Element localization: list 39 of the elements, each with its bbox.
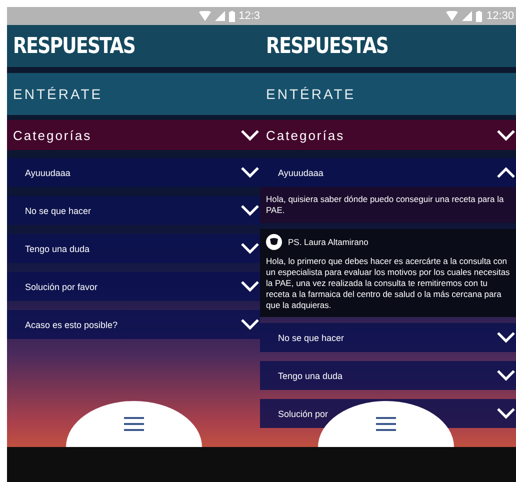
- question-text: Hola, quisiera saber dónde puedo conseguir una receta para la PAE.: [266, 194, 505, 216]
- status-time: 12:3: [238, 10, 260, 22]
- app-title: RESPUESTAS: [13, 34, 136, 58]
- accordion-item[interactable]: Tengo una duda: [7, 234, 260, 263]
- wifi-icon: [446, 11, 458, 21]
- chevron-icon: [241, 130, 259, 140]
- status-time: 12:30: [486, 10, 514, 22]
- avatar-icon: [266, 234, 282, 250]
- chevron-icon: [497, 408, 515, 419]
- signal-icon: [462, 11, 472, 21]
- chevron-icon: [241, 281, 259, 292]
- chevron-icon: [497, 370, 515, 381]
- accordion-item[interactable]: Acaso es esto posible?: [7, 310, 260, 339]
- signal-icon: [214, 11, 225, 21]
- accordion-item[interactable]: Ayuuudaaa: [260, 158, 516, 187]
- battery-icon: [476, 10, 482, 22]
- author-name: PS. Laura Altamirano: [288, 237, 368, 247]
- menu-icon: [124, 417, 144, 431]
- chevron-icon: [241, 319, 259, 330]
- answer-text: Hola, lo primero que debes hacer es acercárte a la consulta con un especialista para evaluar los motivos por los cuales necesitas la PAE, una vez realizada la consulta te remitiremos con tu receta a la farmaica del centro de salud o la más cercana para que la adquieras.: [266, 256, 510, 311]
- battery-icon: [228, 10, 235, 22]
- chevron-icon: [241, 167, 259, 178]
- category-header[interactable]: Categorías: [260, 120, 516, 150]
- accordion-item[interactable]: Ayuuudaaa: [7, 158, 260, 187]
- chevron-icon: [497, 167, 515, 178]
- accordion-item[interactable]: Tengo una duda: [260, 361, 516, 390]
- chevron-icon: [241, 243, 259, 254]
- accordion-item[interactable]: Solución por favor: [7, 272, 260, 301]
- chevron-icon: [241, 205, 259, 216]
- menu-icon: [376, 417, 396, 431]
- section-title: ENTÉRATE: [13, 86, 103, 102]
- wifi-icon: [198, 11, 211, 21]
- category-header[interactable]: Categorías: [7, 120, 260, 150]
- section-title: ENTÉRATE: [266, 86, 356, 102]
- accordion-item[interactable]: No se que hacer: [7, 196, 260, 225]
- app-title: RESPUESTAS: [266, 34, 388, 58]
- chevron-icon: [497, 332, 515, 343]
- accordion-item[interactable]: No se que hacer: [260, 323, 516, 352]
- chevron-icon: [497, 130, 515, 140]
